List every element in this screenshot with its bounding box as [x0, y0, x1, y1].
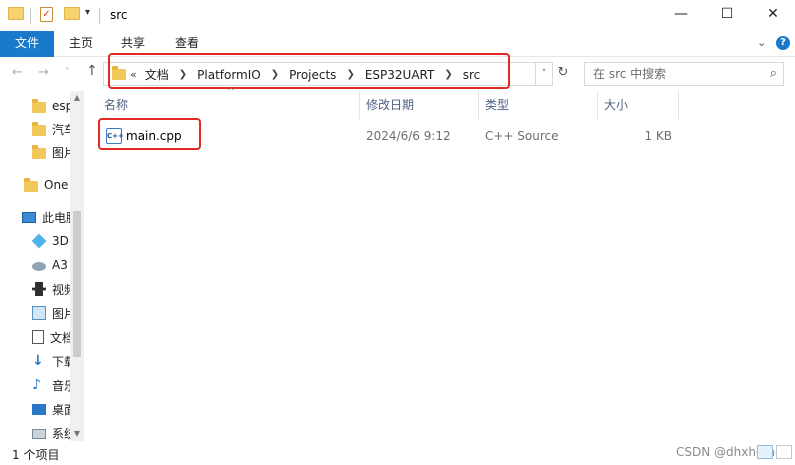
search-input[interactable] [585, 63, 755, 85]
breadcrumb-documents[interactable]: 文档 [145, 66, 169, 83]
chevron-right-icon[interactable]: ❯ [444, 69, 452, 80]
folder-icon [8, 7, 24, 20]
pictures-icon [32, 306, 46, 320]
scroll-up-icon[interactable]: ▲ [70, 93, 84, 102]
breadcrumb-platformio[interactable]: PlatformIO [197, 68, 261, 82]
tab-share[interactable]: 共享 [110, 31, 156, 57]
computer-icon [22, 212, 36, 223]
folder-icon [112, 66, 126, 80]
title-bar: ✓ ▾ src — ☐ ✕ [0, 0, 795, 31]
folder-icon [32, 122, 46, 136]
close-button[interactable]: ✕ [750, 0, 795, 31]
column-type[interactable]: 类型 [479, 91, 598, 119]
tab-home[interactable]: 主页 [58, 31, 104, 57]
folder-icon [32, 145, 46, 159]
chevron-right-icon[interactable]: ❯ [179, 69, 187, 80]
up-arrow-icon[interactable]: ↑ [86, 63, 98, 79]
chevron-down-icon[interactable]: ⌄ [757, 36, 766, 49]
maximize-button[interactable]: ☐ [704, 0, 750, 31]
folder-icon [32, 99, 46, 113]
breadcrumb-overflow-icon[interactable]: « [130, 68, 137, 81]
column-name[interactable]: 名称 [98, 91, 360, 119]
window-title: src [110, 8, 128, 22]
file-modified: 2024/6/6 9:12 [366, 129, 451, 143]
new-folder-icon[interactable] [64, 7, 80, 20]
onedrive-folder-icon [24, 178, 38, 192]
3d-objects-icon [32, 233, 47, 249]
search-icon[interactable]: ⌕ [770, 66, 777, 81]
chevron-right-icon[interactable]: ❯ [346, 69, 354, 80]
chevron-right-icon[interactable]: ❯ [271, 69, 279, 80]
breadcrumb-projects[interactable]: Projects [289, 68, 336, 82]
status-bar: 1 个项目 CSDN @dhxhome [0, 441, 795, 465]
tab-file[interactable]: 文件 [0, 31, 54, 57]
item-count: 1 个项目 [12, 448, 60, 462]
details-view-icon[interactable] [757, 445, 773, 459]
navigation-scrollbar[interactable]: ▲ ▼ [70, 91, 84, 441]
large-icons-view-icon[interactable] [776, 445, 792, 459]
scroll-down-icon[interactable]: ▼ [70, 429, 84, 438]
scroll-thumb[interactable] [73, 211, 81, 357]
help-icon[interactable]: ? [776, 36, 790, 50]
file-name[interactable]: main.cpp [126, 122, 182, 150]
column-modified[interactable]: 修改日期 [360, 91, 479, 119]
address-dropdown-icon[interactable]: ˅ [535, 62, 553, 86]
cpp-file-icon: C++ [106, 128, 124, 144]
download-icon: ↓ [32, 353, 44, 369]
breadcrumb: « 文档 ❯ PlatformIO ❯ Projects ❯ ESP32UART… [130, 66, 480, 83]
navigation-bar: ← → ˅ ↑ « 文档 ❯ PlatformIO ❯ Projects ❯ E… [0, 57, 795, 91]
properties-icon[interactable]: ✓ [40, 7, 53, 22]
desktop-icon [32, 404, 46, 415]
breadcrumb-esp32uart[interactable]: ESP32UART [365, 68, 435, 82]
minimize-button[interactable]: — [658, 0, 704, 31]
forward-arrow-icon[interactable]: → [38, 65, 49, 80]
breadcrumb-src[interactable]: src [463, 68, 481, 82]
quick-access-dropdown-icon[interactable]: ▾ [85, 7, 90, 18]
ribbon: 文件 主页 共享 查看 ⌄ ? [0, 31, 795, 57]
video-icon [32, 282, 46, 296]
tab-view[interactable]: 查看 [164, 31, 210, 57]
documents-icon [32, 330, 44, 344]
file-type: C++ Source [485, 129, 559, 143]
recent-locations-icon[interactable]: ˅ [65, 67, 70, 78]
refresh-icon[interactable]: ↻ [553, 62, 573, 86]
network-drive-icon [32, 261, 46, 271]
column-size[interactable]: 大小 [598, 91, 679, 119]
music-icon: ♪ [32, 377, 41, 393]
search-box[interactable]: ⌕ [584, 62, 784, 86]
column-header-row: ^ 名称 修改日期 类型 大小 [86, 87, 795, 119]
table-row[interactable]: C++ main.cpp 2024/6/6 9:12 C++ Source 1 … [86, 122, 795, 150]
address-bar[interactable]: « 文档 ❯ PlatformIO ❯ Projects ❯ ESP32UART… [103, 62, 553, 86]
file-size: 1 KB [644, 129, 672, 143]
system-drive-icon [32, 429, 46, 439]
back-arrow-icon[interactable]: ← [12, 65, 23, 80]
